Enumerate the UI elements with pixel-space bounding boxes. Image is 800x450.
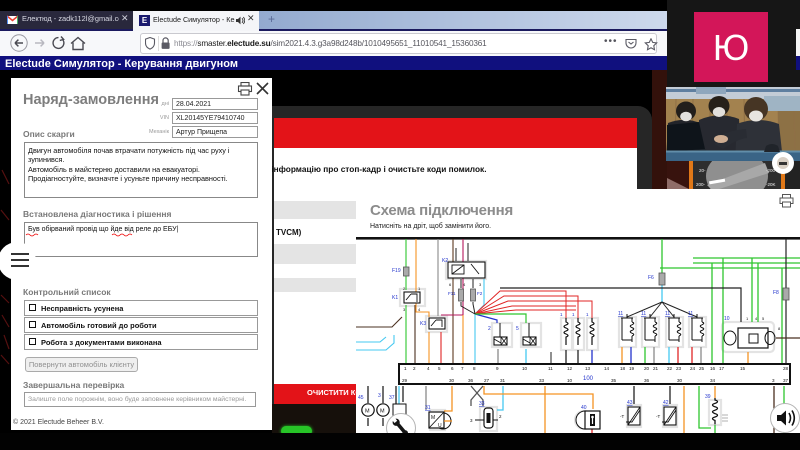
- svg-text:35: 35: [611, 378, 617, 383]
- svg-text:10: 10: [567, 378, 573, 383]
- svg-text:K2: K2: [442, 258, 448, 264]
- svg-text:13: 13: [585, 366, 591, 371]
- svg-text:40: 40: [581, 405, 587, 411]
- svg-text:1: 1: [560, 312, 563, 317]
- svg-text:4: 4: [418, 307, 421, 312]
- svg-text:20: 20: [644, 366, 650, 371]
- svg-text:K3: K3: [420, 321, 426, 327]
- svg-text:28: 28: [783, 366, 789, 371]
- svg-text:F2: F2: [477, 291, 483, 296]
- svg-text:11: 11: [548, 366, 553, 371]
- svg-text:5: 5: [438, 366, 441, 371]
- svg-text:17: 17: [719, 366, 725, 371]
- svg-text:F6: F6: [648, 275, 654, 281]
- svg-text:2: 2: [413, 366, 416, 371]
- svg-text:22: 22: [667, 366, 673, 371]
- svg-text:33: 33: [479, 401, 485, 407]
- svg-text:11: 11: [665, 311, 670, 317]
- svg-text:24: 24: [690, 366, 696, 371]
- svg-text:5: 5: [762, 316, 765, 321]
- svg-text:1: 1: [572, 312, 575, 317]
- svg-text:36: 36: [644, 378, 650, 383]
- svg-text:30: 30: [677, 378, 683, 383]
- svg-text:18: 18: [620, 366, 626, 371]
- svg-text:15: 15: [740, 366, 746, 371]
- svg-text:1: 1: [586, 312, 589, 317]
- svg-text:11: 11: [618, 311, 623, 317]
- svg-text:U: U: [438, 423, 442, 429]
- svg-text:8: 8: [473, 366, 476, 371]
- svg-text:6: 6: [449, 282, 452, 287]
- svg-text:200-: 200-: [696, 182, 706, 187]
- svg-text:7: 7: [461, 366, 464, 371]
- svg-text:4: 4: [463, 282, 466, 287]
- svg-text:3: 3: [772, 378, 775, 383]
- svg-text:F19: F19: [392, 268, 401, 274]
- svg-text:1: 1: [746, 316, 749, 321]
- svg-text:1: 1: [404, 366, 407, 371]
- svg-text:27: 27: [484, 378, 490, 383]
- svg-text:-T: -T: [620, 414, 624, 419]
- svg-text:37: 37: [389, 395, 395, 401]
- svg-text:11: 11: [688, 311, 693, 317]
- svg-text:3: 3: [470, 418, 473, 423]
- svg-text:F11: F11: [448, 291, 456, 296]
- svg-text:3: 3: [479, 282, 482, 287]
- svg-text:21: 21: [653, 366, 659, 371]
- svg-text:36: 36: [468, 378, 474, 383]
- svg-text:K1: K1: [392, 295, 398, 301]
- svg-text:45: 45: [358, 395, 364, 401]
- svg-text:4: 4: [427, 366, 430, 371]
- svg-text:6: 6: [451, 366, 454, 371]
- svg-text:M: M: [380, 409, 385, 415]
- svg-text:42: 42: [663, 400, 669, 406]
- svg-text:M: M: [365, 409, 370, 415]
- svg-text:100: 100: [583, 376, 594, 382]
- svg-text:F8: F8: [773, 290, 779, 296]
- svg-text:M: M: [431, 415, 435, 421]
- svg-text:11: 11: [641, 311, 646, 317]
- svg-text:16: 16: [710, 366, 716, 371]
- svg-text:23: 23: [676, 366, 682, 371]
- svg-text:31: 31: [425, 405, 431, 411]
- svg-text:29: 29: [402, 378, 408, 383]
- svg-text:31: 31: [500, 378, 506, 383]
- svg-text:8: 8: [778, 326, 781, 331]
- svg-text:30: 30: [449, 378, 455, 383]
- svg-text:39: 39: [705, 394, 711, 400]
- svg-text:14: 14: [604, 366, 610, 371]
- svg-text:33: 33: [539, 378, 545, 383]
- svg-text:2: 2: [499, 414, 502, 419]
- svg-text:-T: -T: [656, 414, 660, 419]
- svg-text:12: 12: [567, 366, 573, 371]
- svg-text:20-: 20-: [699, 168, 706, 173]
- svg-text:2: 2: [488, 326, 491, 332]
- svg-text:34: 34: [710, 378, 716, 383]
- svg-text:3: 3: [378, 393, 381, 399]
- svg-text:19: 19: [629, 366, 635, 371]
- svg-text:25: 25: [699, 366, 705, 371]
- svg-text:9: 9: [496, 366, 499, 371]
- svg-text:10: 10: [522, 366, 528, 371]
- svg-text:43: 43: [627, 400, 633, 406]
- svg-text:10: 10: [724, 316, 730, 322]
- svg-text:5: 5: [516, 326, 519, 332]
- svg-text:-20K: -20K: [766, 182, 776, 187]
- svg-text:37: 37: [783, 378, 789, 383]
